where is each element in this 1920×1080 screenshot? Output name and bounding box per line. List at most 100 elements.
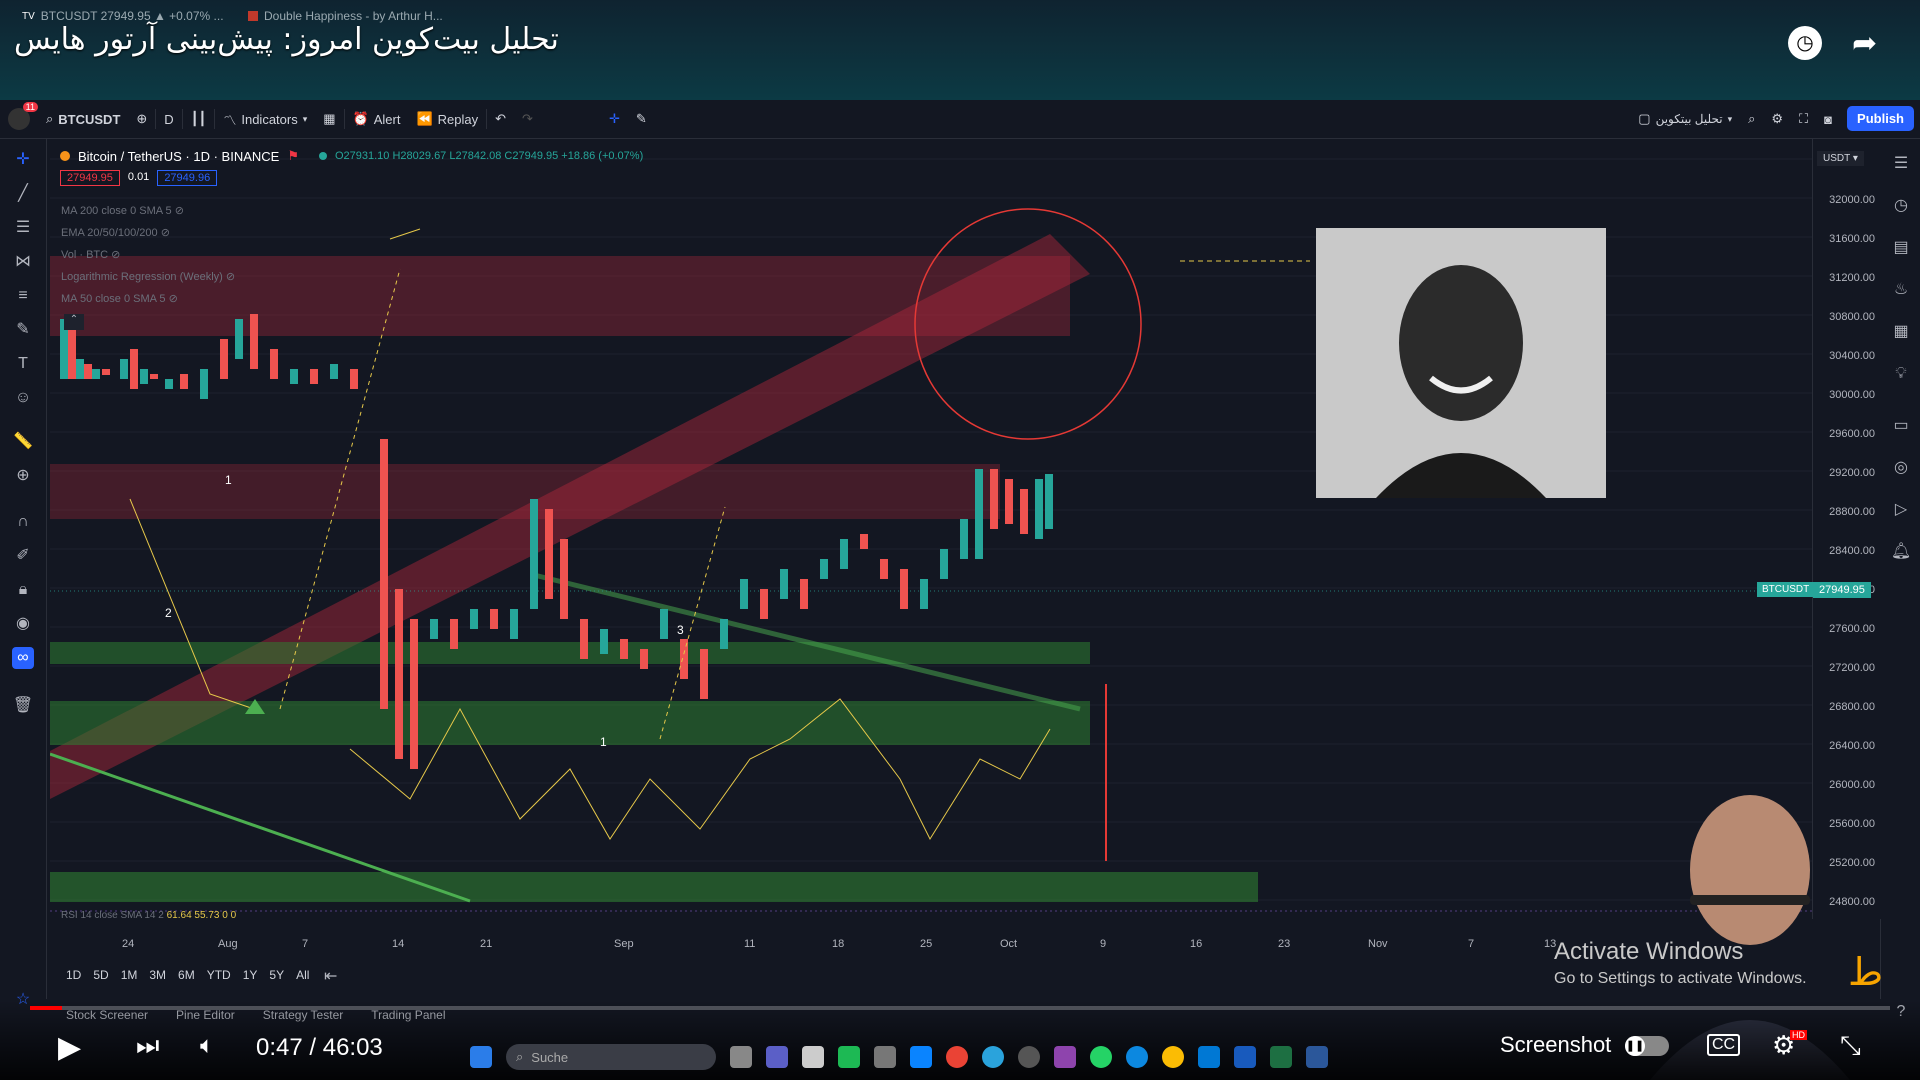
text-tool-icon[interactable]: T — [12, 353, 34, 375]
chrome-profile-icon[interactable] — [1018, 1046, 1040, 1068]
autoplay-toggle[interactable]: ❚❚ — [1625, 1036, 1669, 1056]
chrome-alt-icon[interactable] — [1162, 1046, 1184, 1068]
quick-search-button[interactable]: ⌕ — [1740, 100, 1763, 138]
chart-type-button[interactable]: ┃┃ — [183, 100, 215, 138]
indicator-logreg[interactable]: Logarithmic Regression (Weekly) ⊘ — [61, 270, 235, 283]
fib-tool-icon[interactable]: ☰ — [12, 217, 34, 239]
drawing-button[interactable]: ✎ — [628, 100, 655, 138]
hidden-eye-icon[interactable]: ⊘ — [226, 271, 235, 283]
indicator-vol[interactable]: Vol · BTC ⊘ — [61, 248, 120, 261]
price-tick: 31600.00 — [1829, 233, 1875, 245]
data-window-icon[interactable]: ▤ — [1890, 237, 1912, 259]
timeframe-3m[interactable]: 3M — [149, 968, 166, 982]
timeframe-ytd[interactable]: YTD — [207, 968, 231, 982]
trendline-tool-icon[interactable]: ╱ — [12, 183, 34, 205]
flag-icon[interactable]: ⚑ — [287, 148, 299, 164]
edge-icon[interactable] — [1126, 1046, 1148, 1068]
currency-selector[interactable]: USDT ▾ — [1817, 151, 1864, 166]
timeframe-5y[interactable]: 5Y — [269, 968, 284, 982]
hidden-eye-icon[interactable]: ⊘ — [175, 205, 184, 217]
indicators-button[interactable]: 〽 Indicators ▾ — [215, 100, 315, 138]
date-range-icon[interactable]: ⇤ — [324, 966, 337, 986]
outlook-icon[interactable] — [1198, 1046, 1220, 1068]
replay-button[interactable]: ⏪ Replay — [408, 100, 486, 138]
timeframe-all[interactable]: All — [296, 968, 309, 982]
interval-button[interactable]: D — [156, 100, 181, 138]
emoji-tool-icon[interactable]: ☺ — [12, 387, 34, 409]
pencil-lock-icon[interactable]: ✐ — [12, 545, 34, 567]
user-menu[interactable]: 11 — [0, 100, 38, 138]
video-progress-bar[interactable] — [30, 1006, 1890, 1010]
layout-menu[interactable]: ▢ تحلیل بیتکوین ▾ — [1630, 100, 1740, 138]
indicator-ema[interactable]: EMA 20/50/100/200 ⊘ — [61, 226, 170, 239]
chrome-icon[interactable] — [946, 1046, 968, 1068]
link-icon[interactable]: ∞ — [12, 647, 34, 669]
watch-later-icon[interactable]: ◷ — [1788, 26, 1822, 60]
windows-start-icon[interactable] — [470, 1046, 492, 1068]
eye-icon[interactable]: ◉ — [12, 613, 34, 635]
forecast-tool-icon[interactable]: ≡ — [12, 285, 34, 307]
trash-icon[interactable]: 🗑︎ — [12, 695, 34, 717]
compare-button[interactable]: ⊕ — [128, 100, 155, 138]
timeframe-6m[interactable]: 6M — [178, 968, 195, 982]
brush-tool-icon[interactable]: ✎ — [12, 319, 34, 341]
ruler-tool-icon[interactable]: 📏 — [12, 431, 34, 453]
play-icon[interactable]: ▶ — [58, 1030, 81, 1065]
excel-icon[interactable] — [1270, 1046, 1292, 1068]
crosshair-tool-icon[interactable]: ✛ — [12, 149, 34, 171]
chat-icon[interactable]: ▭ — [1890, 415, 1912, 437]
settings-button[interactable]: ⚙ — [1763, 100, 1791, 138]
timeframe-5d[interactable]: 5D — [93, 968, 108, 982]
notion-icon[interactable] — [802, 1046, 824, 1068]
redo-button[interactable]: ↷ — [514, 100, 541, 138]
teams-icon[interactable] — [766, 1046, 788, 1068]
time-axis[interactable]: 24 Aug 7 14 21 Sep 11 18 25 Oct 9 16 23 Nov 7 13 — [50, 930, 1812, 954]
explorer-icon[interactable] — [874, 1046, 896, 1068]
magnet-tool-icon[interactable]: ∩ — [12, 511, 34, 533]
templates-button[interactable]: ▦ — [315, 100, 343, 138]
app-icon[interactable] — [838, 1046, 860, 1068]
taskview-icon[interactable] — [730, 1046, 752, 1068]
whatsapp-icon[interactable] — [1090, 1046, 1112, 1068]
timeframe-1d[interactable]: 1D — [66, 968, 81, 982]
fullscreen-button[interactable]: ⛶ — [1791, 100, 1816, 138]
streams-icon[interactable]: ◎ — [1890, 457, 1912, 479]
pattern-tool-icon[interactable]: ⋈ — [12, 251, 34, 273]
crosshair-button[interactable]: ✛ — [601, 100, 628, 138]
lock-icon[interactable]: 🔒︎ — [12, 579, 34, 601]
collapse-legend-icon[interactable]: ⌃ — [64, 314, 84, 330]
hidden-eye-icon[interactable]: ⊘ — [111, 249, 120, 261]
undo-button[interactable]: ↶ — [487, 100, 514, 138]
ideas-icon[interactable]: 💡︎ — [1890, 363, 1912, 385]
word-icon[interactable] — [1306, 1046, 1328, 1068]
next-icon[interactable]: ⏭ — [136, 1030, 159, 1062]
app-purple-icon[interactable] — [1054, 1046, 1076, 1068]
hidden-eye-icon[interactable]: ⊘ — [169, 293, 178, 305]
taskbar-search[interactable]: ⌕ Suche — [506, 1044, 716, 1070]
word-doc-icon[interactable] — [1234, 1046, 1256, 1068]
share-icon[interactable]: ➦ — [1852, 26, 1877, 61]
todo-icon[interactable] — [910, 1046, 932, 1068]
playback-icon[interactable]: ▷ — [1890, 499, 1912, 521]
zoom-tool-icon[interactable]: ⊕ — [12, 465, 34, 487]
timeframe-1m[interactable]: 1M — [121, 968, 138, 982]
watchlist-icon[interactable]: ☰ — [1890, 153, 1912, 175]
indicator-ma50[interactable]: MA 50 close 0 SMA 5 ⊘ — [61, 292, 178, 305]
publish-button[interactable]: Publish — [1847, 106, 1914, 131]
ask-price[interactable]: 27949.96 — [157, 170, 218, 186]
captions-icon[interactable]: CC — [1707, 1034, 1741, 1056]
hotlists-icon[interactable]: ♨ — [1890, 279, 1912, 301]
symbol-search[interactable]: ⌕ BTCUSDT — [38, 100, 128, 138]
calendar-icon[interactable]: ▦ — [1890, 321, 1912, 343]
snapshot-button[interactable]: ◙ — [1816, 100, 1840, 138]
alert-button[interactable]: ⏰ Alert — [345, 100, 409, 138]
indicator-ma200[interactable]: MA 200 close 0 SMA 5 ⊘ — [61, 204, 184, 217]
hidden-eye-icon[interactable]: ⊘ — [161, 227, 170, 239]
bid-price[interactable]: 27949.95 — [60, 170, 120, 186]
telegram-icon[interactable] — [982, 1046, 1004, 1068]
notifications-icon[interactable]: 🔔︎ — [1890, 541, 1912, 563]
exit-fullscreen-icon[interactable]: ⤡ — [1840, 1030, 1861, 1062]
alerts-icon[interactable]: ◷ — [1890, 195, 1912, 217]
timeframe-1y[interactable]: 1Y — [243, 968, 258, 982]
volume-icon[interactable]: 🔈︎ — [200, 1032, 214, 1060]
